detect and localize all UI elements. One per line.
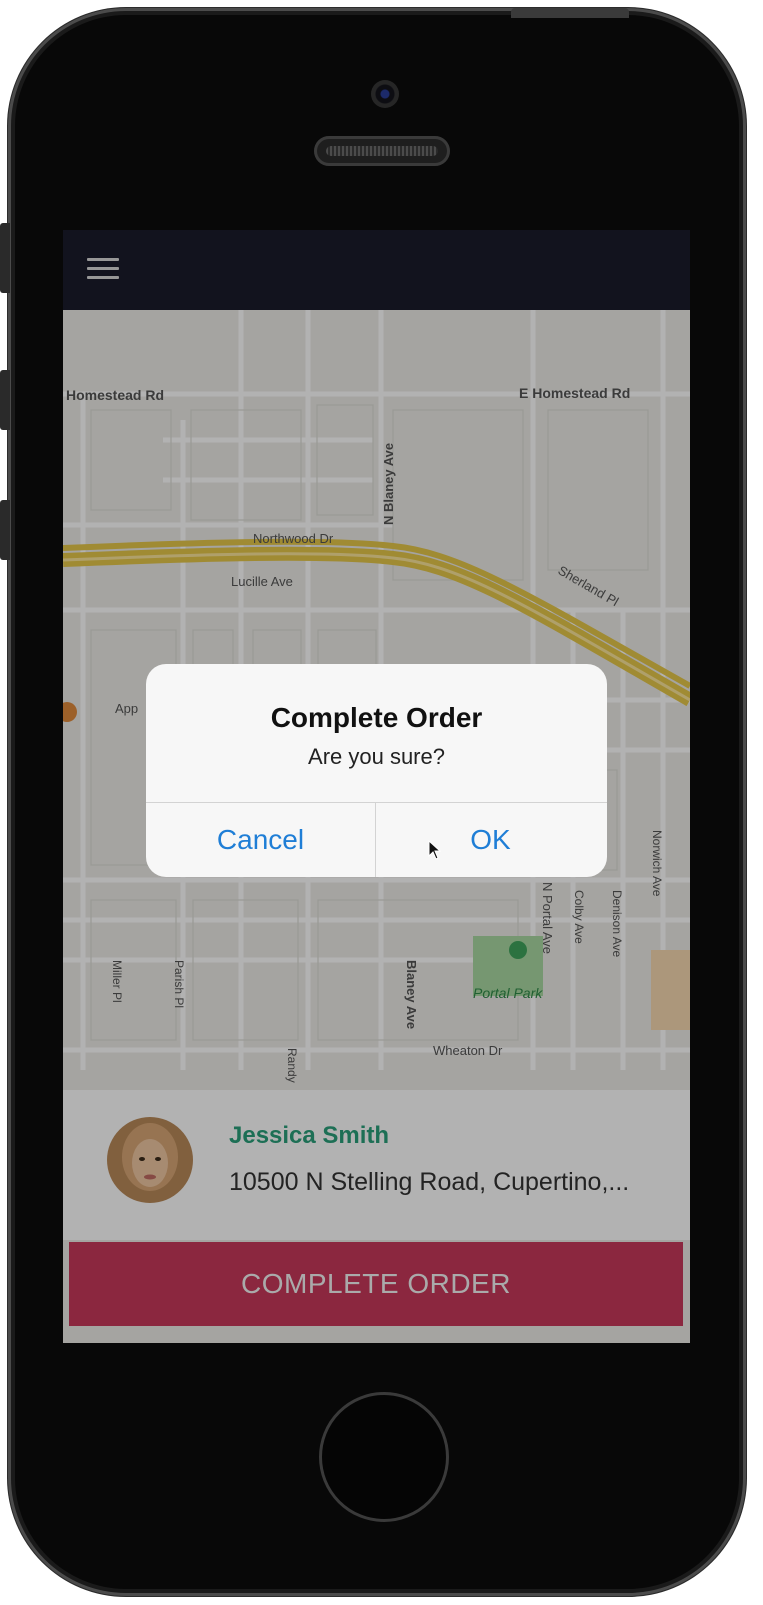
volume-up-button (0, 370, 10, 430)
mouse-cursor-icon (428, 840, 442, 860)
app-screen: Homestead Rd E Homestead Rd Northwood Dr… (63, 230, 690, 1343)
confirm-alert-dialog: Complete Order Are you sure? Cancel OK (146, 664, 607, 877)
earpiece-speaker (314, 136, 450, 166)
power-button (511, 8, 629, 18)
mute-switch (0, 223, 10, 293)
alert-ok-button[interactable]: OK (376, 803, 605, 877)
volume-down-button (0, 500, 10, 560)
front-camera (371, 80, 399, 108)
home-button[interactable] (319, 1392, 449, 1522)
alert-message: Are you sure? (308, 744, 445, 769)
alert-cancel-button[interactable]: Cancel (146, 803, 375, 877)
alert-title: Complete Order (270, 702, 483, 733)
